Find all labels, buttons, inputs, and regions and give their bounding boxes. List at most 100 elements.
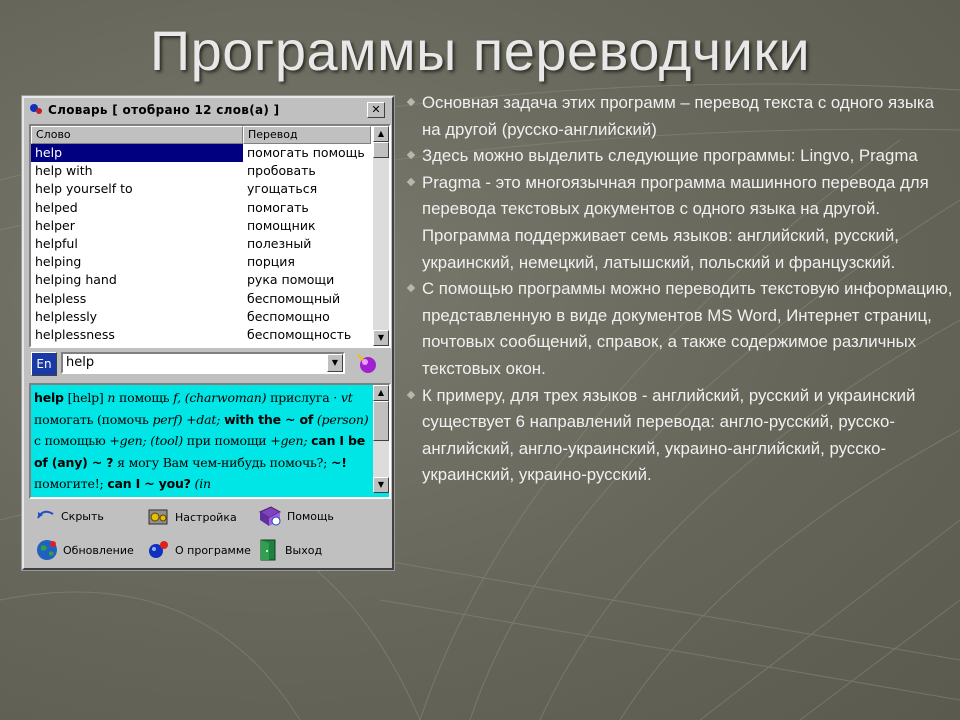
exit-button[interactable]: Выход (257, 538, 322, 562)
help-label: Помощь (287, 509, 334, 523)
list-item-word: helping hand (35, 272, 117, 288)
title-bar[interactable]: Словарь [ отобрано 12 слов(а) ] ✕ (26, 100, 388, 120)
bottom-toolbar: Скрыть Настройка Помощь Обновление О про… (29, 500, 387, 564)
gen-mark-1: +gen; (109, 433, 147, 448)
article-panel: help [help] n помощь f, (charwoman) прис… (29, 383, 391, 499)
scroll-up-arrow-icon[interactable]: ▲ (373, 385, 389, 401)
list-item[interactable]: helpful полезный (31, 235, 371, 253)
comment-in: (in (194, 476, 212, 491)
language-button[interactable]: En (31, 352, 57, 376)
exit-door-icon (260, 539, 276, 561)
list-item-word: help with (35, 163, 93, 179)
settings-icon (148, 509, 168, 525)
list-item-word: helplessly (35, 308, 98, 324)
list-item-word: help yourself to (35, 181, 133, 197)
scroll-down-arrow-icon[interactable]: ▼ (373, 330, 389, 346)
list-item-word: help (31, 144, 243, 163)
list-item[interactable]: help yourself to угощаться (31, 180, 371, 198)
close-button[interactable]: ✕ (367, 102, 385, 118)
list-item[interactable]: helplessness беспомощность (31, 326, 371, 344)
list-item-translation: помощник (247, 217, 316, 233)
search-row: En help ▼ (29, 350, 387, 376)
window-title: Словарь [ отобрано 12 слов(а) ] (48, 103, 280, 117)
perf-mark: perf) (152, 411, 183, 427)
translation-1: помощь (119, 390, 170, 405)
list-item[interactable]: help помогать помощь (31, 144, 371, 163)
bullet-item: Основная задача этих программ – перевод … (408, 90, 953, 143)
gender-mark: f, (173, 390, 181, 405)
translation-5: при помощи (186, 433, 267, 448)
globe-icon (37, 540, 57, 560)
bullet-item: Pragma - это многоязычная программа маши… (408, 170, 953, 276)
bullet-item: Здесь можно выделить следующие программы… (408, 143, 953, 170)
list-item-word: helpless (35, 290, 87, 306)
comment-1: (charwoman) (184, 390, 267, 405)
transcription: [help] (67, 390, 104, 405)
translation-4: с помощью (34, 433, 106, 448)
list-item-word: helplessness (35, 326, 115, 342)
settings-button[interactable]: Настройка (147, 506, 237, 528)
settings-label: Настройка (175, 510, 237, 524)
bullet-item: С помощью программы можно переводить тек… (408, 276, 953, 382)
list-item-translation: пробовать (247, 163, 316, 179)
list-item-translation: помогать (247, 199, 309, 215)
list-item[interactable]: help with пробовать (31, 162, 371, 180)
list-item-translation: беспомощно (247, 308, 330, 324)
list-scrollbar[interactable]: ▲ ▼ (373, 126, 389, 346)
list-header: Слово Перевод (31, 126, 389, 144)
list-item-word: helping (35, 254, 82, 270)
bullet-item: К примеру, для трех языков - английский,… (408, 383, 953, 489)
list-item[interactable]: helping порция (31, 253, 371, 271)
list-item-translation: полезный (247, 235, 312, 251)
search-input[interactable]: help ▼ (61, 352, 345, 374)
search-input-value: help (66, 355, 95, 370)
dat-mark: +dat; (186, 411, 221, 427)
scroll-down-arrow-icon[interactable]: ▼ (373, 477, 389, 493)
hide-icon (37, 510, 54, 519)
phrase-4: can I ~ you? (107, 476, 191, 491)
list-item-translation: беспомощность (247, 326, 352, 342)
dictionary-window: Словарь [ отобрано 12 слов(а) ] ✕ Слово … (22, 96, 394, 570)
article-scrollbar[interactable]: ▲ ▼ (373, 385, 389, 493)
translate-go-icon[interactable] (355, 352, 379, 376)
list-item-translation: помогать помощь (247, 145, 365, 160)
dropdown-arrow-icon[interactable]: ▼ (327, 354, 343, 372)
list-item[interactable]: helper помощник (31, 217, 371, 235)
pos-verb: vt (340, 390, 353, 405)
scroll-thumb[interactable] (373, 142, 389, 158)
update-label: Обновление (63, 543, 134, 557)
list-item[interactable]: helplessly беспомощно (31, 308, 371, 326)
list-item[interactable]: helping hand рука помощи (31, 271, 371, 289)
word-list: Слово Перевод help помогать помощь help wi… (29, 124, 391, 348)
help-button[interactable]: Помощь (257, 504, 334, 528)
translation-2: прислуга (270, 390, 330, 405)
translation-3: помогать (помочь (34, 411, 149, 427)
scroll-thumb[interactable] (373, 401, 389, 441)
gen-mark-2: +gen; (270, 433, 308, 448)
article-text: help [help] n помощь f, (charwoman) прис… (34, 390, 369, 491)
comment-person: (person) (316, 411, 369, 427)
translation-6: я могу Вам чем-нибудь помочь?; (117, 454, 328, 470)
pos-noun: n (107, 390, 116, 405)
hide-label: Скрыть (61, 509, 104, 523)
word-rows: help помогать помощь help with пробовать hel… (31, 144, 371, 344)
phrase-3: ~! (330, 454, 347, 470)
phrase-1: with the ~ of (224, 411, 314, 427)
hide-button[interactable]: Скрыть (35, 506, 104, 526)
about-label: О программе (175, 543, 251, 557)
list-item-translation: угощаться (247, 181, 318, 197)
update-button[interactable]: Обновление (35, 538, 134, 562)
list-item-translation: рука помощи (247, 272, 335, 288)
column-header-word[interactable]: Слово (31, 126, 243, 144)
about-button[interactable]: О программе (147, 538, 251, 562)
comment-tool: (tool) (150, 433, 183, 448)
slide-title: Программы переводчики (149, 19, 811, 82)
column-header-translation[interactable]: Перевод (243, 126, 371, 144)
list-item[interactable]: helpless беспомощный (31, 290, 371, 308)
app-icon (28, 102, 44, 118)
bullet-list: Основная задача этих программ – перевод … (408, 90, 953, 489)
translation-7: помогите!; (34, 476, 104, 491)
about-icon (149, 541, 168, 558)
list-item[interactable]: helped помогать (31, 199, 371, 217)
scroll-up-arrow-icon[interactable]: ▲ (373, 126, 389, 142)
